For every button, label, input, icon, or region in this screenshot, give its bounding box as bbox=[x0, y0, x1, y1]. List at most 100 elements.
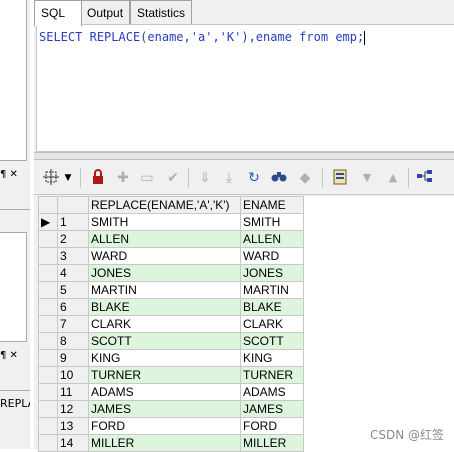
table-row[interactable]: 5 MARTIN MARTIN bbox=[38, 281, 304, 299]
cell-ename[interactable]: BLAKE bbox=[240, 298, 304, 316]
cell-replaced[interactable]: SMITH bbox=[88, 213, 241, 231]
sql-comma: , bbox=[212, 30, 220, 44]
cell-ename[interactable]: MARTIN bbox=[240, 281, 304, 299]
table-row[interactable]: 8 SCOTT SCOTT bbox=[38, 332, 304, 350]
row-indicator: ▶ bbox=[38, 213, 58, 231]
tab-output[interactable]: Output bbox=[80, 0, 131, 25]
secondary-pane[interactable] bbox=[0, 232, 27, 342]
splitter[interactable] bbox=[34, 152, 454, 160]
toolbar-separator bbox=[188, 168, 189, 188]
cell-ename[interactable]: SMITH bbox=[240, 213, 304, 231]
table-row[interactable]: ▶ 1 SMITH SMITH bbox=[38, 213, 304, 231]
cell-ename[interactable]: JONES bbox=[240, 264, 304, 282]
cell-replaced[interactable]: BLAKE bbox=[88, 298, 241, 316]
row-number: 2 bbox=[57, 230, 89, 248]
row-number: 10 bbox=[57, 366, 89, 384]
row-number: 3 bbox=[57, 247, 89, 265]
table-row[interactable]: 9 KING KING bbox=[38, 349, 304, 367]
pin-close-controls-top[interactable]: ¶ ✕ bbox=[0, 167, 30, 181]
cell-ename[interactable]: CLARK bbox=[240, 315, 304, 333]
cell-replaced[interactable]: WARD bbox=[88, 247, 241, 265]
row-number: 5 bbox=[57, 281, 89, 299]
cell-replaced[interactable]: ADAMS bbox=[88, 383, 241, 401]
grid-toolbar: ▼ ✚ ▭ ✔ ⇓ ⤓ ↻ ◆ ▼ ▲ bbox=[34, 162, 454, 195]
cell-replaced[interactable]: JAMES bbox=[88, 400, 241, 418]
dropdown-arrow-icon[interactable]: ▼ bbox=[62, 169, 74, 187]
sql-editor[interactable]: SELECT REPLACE(ename,'a','K'),ename from… bbox=[36, 24, 454, 152]
post-edit-icon[interactable]: ✔ bbox=[164, 169, 182, 187]
table-row[interactable]: 4 JONES JONES bbox=[38, 264, 304, 282]
tree-icon[interactable] bbox=[416, 169, 434, 187]
cell-ename[interactable]: ADAMS bbox=[240, 383, 304, 401]
cell-ename[interactable]: JAMES bbox=[240, 400, 304, 418]
sql-keyword-from: from bbox=[299, 30, 329, 44]
sql-string-a: 'a' bbox=[190, 30, 213, 44]
find-icon[interactable] bbox=[270, 169, 288, 187]
row-number: 11 bbox=[57, 383, 89, 401]
row-indicator bbox=[38, 247, 58, 265]
cell-replaced[interactable]: MARTIN bbox=[88, 281, 241, 299]
table-row[interactable]: 7 CLARK CLARK bbox=[38, 315, 304, 333]
tab-sql[interactable]: SQL bbox=[34, 0, 82, 26]
cell-ename[interactable]: SCOTT bbox=[240, 332, 304, 350]
cell-replaced[interactable]: KING bbox=[88, 349, 241, 367]
sort-down-icon[interactable]: ▼ bbox=[358, 169, 376, 187]
clear-icon[interactable]: ◆ bbox=[296, 169, 314, 187]
row-indicator bbox=[38, 383, 58, 401]
sql-statement[interactable]: SELECT REPLACE(ename,'a','K'),ename from… bbox=[39, 30, 366, 45]
refresh-icon[interactable]: ↻ bbox=[246, 169, 262, 187]
cell-replaced[interactable]: SCOTT bbox=[88, 332, 241, 350]
cell-ename[interactable]: ALLEN bbox=[240, 230, 304, 248]
cell-replaced[interactable]: CLARK bbox=[88, 315, 241, 333]
export-icon[interactable] bbox=[332, 169, 348, 187]
cell-ename[interactable]: FORD bbox=[240, 417, 304, 435]
delete-record-icon[interactable]: ▭ bbox=[138, 169, 156, 187]
table-row[interactable]: 13 FORD FORD bbox=[38, 417, 304, 435]
left-panel: ¶ ✕ ¶ ✕ REPLA bbox=[0, 0, 30, 449]
tab-statistics[interactable]: Statistics bbox=[130, 0, 193, 25]
new-record-icon[interactable]: ✚ bbox=[114, 169, 132, 187]
column-header-replace[interactable]: REPLACE(ENAME,'A','K') bbox=[88, 196, 241, 214]
row-number: 4 bbox=[57, 264, 89, 282]
row-indicator bbox=[38, 264, 58, 282]
table-row[interactable]: 3 WARD WARD bbox=[38, 247, 304, 265]
text-caret bbox=[364, 30, 366, 45]
cell-ename[interactable]: KING bbox=[240, 349, 304, 367]
lock-icon[interactable] bbox=[90, 169, 106, 187]
cell-ename[interactable]: TURNER bbox=[240, 366, 304, 384]
fetch-last-icon[interactable]: ⤓ bbox=[220, 169, 238, 187]
fetch-next-icon[interactable]: ⇓ bbox=[196, 169, 214, 187]
result-table: REPLACE(ENAME,'A','K') ENAME ▶ 1 SMITH SMIT… bbox=[38, 196, 304, 452]
row-indicator bbox=[38, 315, 58, 333]
cell-ename[interactable]: WARD bbox=[240, 247, 304, 265]
truncated-label: REPLA bbox=[0, 397, 30, 410]
row-number-header bbox=[57, 196, 89, 214]
sql-string-k: 'K' bbox=[219, 30, 242, 44]
row-indicator bbox=[38, 400, 58, 418]
cell-replaced[interactable]: JONES bbox=[88, 264, 241, 282]
cell-replaced[interactable]: ALLEN bbox=[88, 230, 241, 248]
table-row[interactable]: 6 BLAKE BLAKE bbox=[38, 298, 304, 316]
row-number: 6 bbox=[57, 298, 89, 316]
watermark: CSDN @红签 bbox=[369, 428, 444, 442]
table-row[interactable]: 10 TURNER TURNER bbox=[38, 366, 304, 384]
column-header-ename[interactable]: ENAME bbox=[240, 196, 304, 214]
row-indicator bbox=[38, 349, 58, 367]
pin-close-controls-bottom[interactable]: ¶ ✕ bbox=[0, 348, 30, 362]
toolbar-separator bbox=[322, 168, 323, 188]
grid-select-icon[interactable] bbox=[42, 169, 60, 187]
table-row[interactable]: 2 ALLEN ALLEN bbox=[38, 230, 304, 248]
sort-up-icon[interactable]: ▲ bbox=[384, 169, 402, 187]
divider bbox=[0, 209, 30, 210]
row-number: 8 bbox=[57, 332, 89, 350]
cell-replaced[interactable]: TURNER bbox=[88, 366, 241, 384]
object-browser-pane[interactable] bbox=[0, 0, 27, 161]
pin-close-label-bottom[interactable]: ¶ ✕ bbox=[0, 350, 18, 361]
row-indicator-header bbox=[38, 196, 58, 214]
table-row[interactable]: 12 JAMES JAMES bbox=[38, 400, 304, 418]
row-number: 9 bbox=[57, 349, 89, 367]
divider bbox=[0, 390, 30, 391]
table-row[interactable]: 11 ADAMS ADAMS bbox=[38, 383, 304, 401]
pin-close-label-top[interactable]: ¶ ✕ bbox=[0, 169, 18, 180]
cell-replaced[interactable]: FORD bbox=[88, 417, 241, 435]
